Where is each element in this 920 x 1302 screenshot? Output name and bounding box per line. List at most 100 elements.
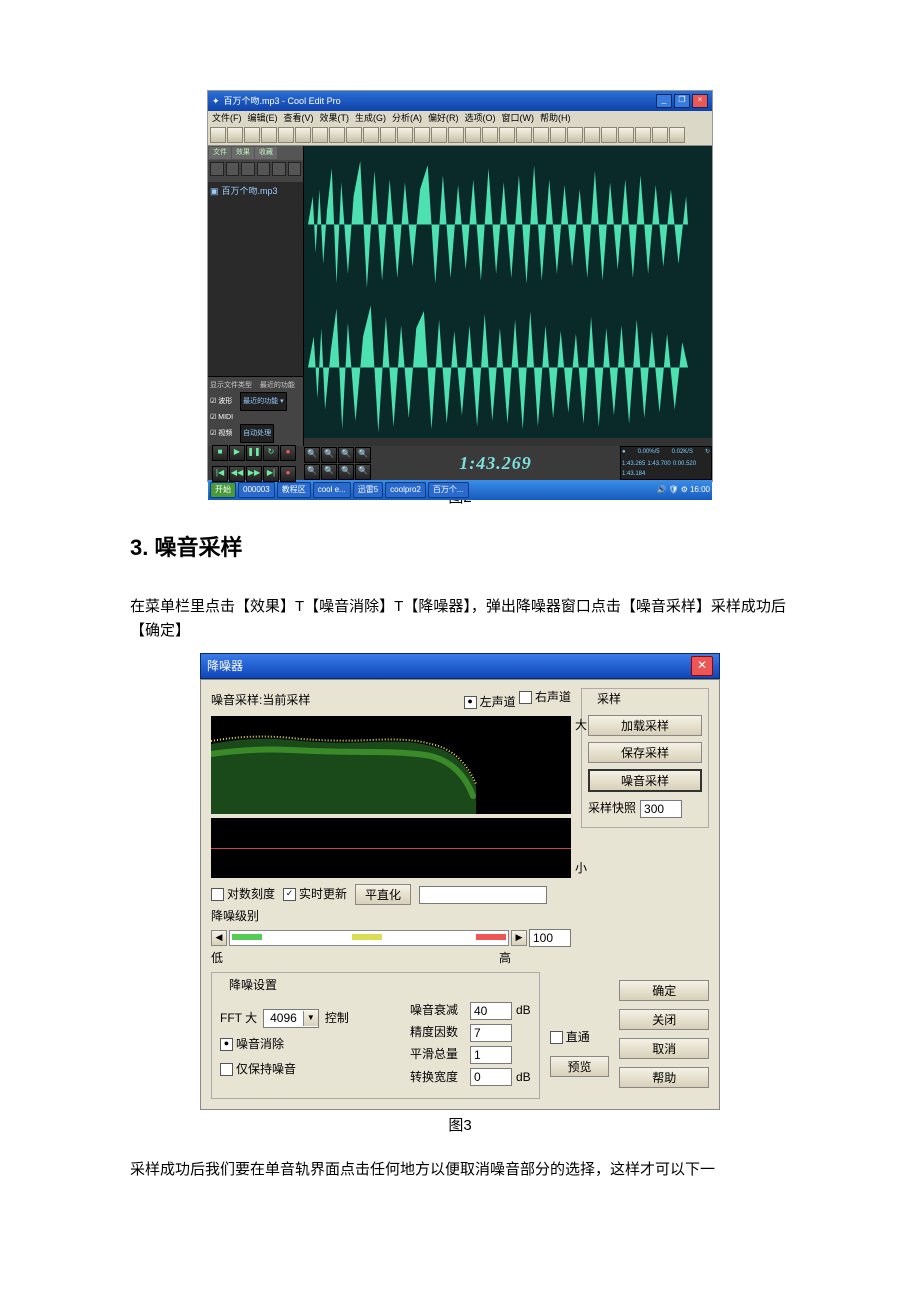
time-ruler[interactable]: [304, 438, 712, 446]
close-dialog-button[interactable]: 关闭: [619, 1009, 709, 1030]
toolbar-button[interactable]: [312, 127, 328, 143]
menu-effects[interactable]: 效果(T): [320, 111, 350, 125]
toolbar-button[interactable]: [261, 127, 277, 143]
go-start-button[interactable]: |◀: [212, 466, 228, 482]
toolbar-button[interactable]: [431, 127, 447, 143]
toolbar-button[interactable]: [244, 127, 260, 143]
remove-noise-radio[interactable]: ●噪音消除: [220, 1035, 284, 1054]
auto-btn[interactable]: 自动处理: [240, 424, 274, 443]
toolbar-button[interactable]: [550, 127, 566, 143]
chevron-down-icon[interactable]: ▼: [303, 1011, 318, 1026]
zoom-out-button[interactable]: 🔍: [321, 447, 337, 463]
flatten-button[interactable]: 平直化: [355, 884, 411, 905]
sb-icon[interactable]: [288, 162, 302, 176]
file-list[interactable]: ▣百万个吻.mp3: [208, 182, 303, 376]
toolbar-button[interactable]: [669, 127, 685, 143]
slider-right-arrow[interactable]: ▶: [511, 930, 527, 946]
forward-button[interactable]: ▶▶: [246, 466, 262, 482]
zoom-button[interactable]: 🔍: [321, 464, 337, 480]
sb-icon[interactable]: [257, 162, 271, 176]
toolbar-button[interactable]: [584, 127, 600, 143]
taskbar-tab[interactable]: 教程区: [277, 482, 311, 498]
menu-generate[interactable]: 生成(G): [355, 111, 386, 125]
save-profile-button[interactable]: 保存采样: [588, 742, 702, 763]
minimize-button[interactable]: _: [656, 94, 672, 108]
toolbar-button[interactable]: [618, 127, 634, 143]
play-button[interactable]: ▶: [229, 445, 245, 461]
toolbar-button[interactable]: [516, 127, 532, 143]
zoom-in-button[interactable]: 🔍: [304, 447, 320, 463]
waveform-view[interactable]: [304, 146, 712, 446]
sb-icon[interactable]: [272, 162, 286, 176]
preview-button[interactable]: 预览: [550, 1056, 610, 1077]
taskbar-tab[interactable]: coolpro2: [385, 482, 426, 498]
zoom-button[interactable]: 🔍: [304, 464, 320, 480]
toolbar-button[interactable]: [397, 127, 413, 143]
sb-icon[interactable]: [241, 162, 255, 176]
sb-tab-favs[interactable]: 收藏: [255, 147, 277, 159]
go-end-button[interactable]: ▶|: [263, 466, 279, 482]
toolbar-button[interactable]: [465, 127, 481, 143]
snapshot-input[interactable]: 300: [640, 800, 682, 818]
trans-input[interactable]: 0: [470, 1068, 512, 1086]
toolbar-button[interactable]: [533, 127, 549, 143]
menu-analyze[interactable]: 分析(A): [392, 111, 422, 125]
load-profile-button[interactable]: 加载采样: [588, 715, 702, 736]
zoom-button[interactable]: 🔍: [338, 464, 354, 480]
window-titlebar[interactable]: ✦ 百万个吻.mp3 - Cool Edit Pro _ ❐ ×: [208, 91, 712, 111]
sb-icon[interactable]: [226, 162, 240, 176]
tray-icon[interactable]: 🛡: [669, 484, 679, 497]
wave-channel-right[interactable]: [308, 297, 688, 438]
toolbar-button[interactable]: [635, 127, 651, 143]
record-button[interactable]: ●: [280, 466, 296, 482]
tray-icon[interactable]: ⚙: [681, 484, 688, 497]
check-icon[interactable]: ☑: [210, 396, 216, 407]
list-item[interactable]: ▣百万个吻.mp3: [210, 184, 301, 198]
keep-noise-radio[interactable]: 仅保持噪音: [220, 1060, 296, 1079]
rewind-button[interactable]: ◀◀: [229, 466, 245, 482]
precision-input[interactable]: 7: [470, 1024, 512, 1042]
nr-level-value[interactable]: 100: [529, 929, 571, 947]
help-button[interactable]: 帮助: [619, 1067, 709, 1088]
nr-level-slider[interactable]: ◀ ▶ 100: [211, 929, 571, 947]
toolbar-button[interactable]: [601, 127, 617, 143]
live-update-checkbox[interactable]: ✓实时更新: [283, 885, 347, 904]
toolbar-button[interactable]: [652, 127, 668, 143]
close-button[interactable]: ✕: [691, 656, 713, 676]
noise-spectrum-view[interactable]: 大: [211, 716, 571, 814]
toolbar-button[interactable]: [210, 127, 226, 143]
zoom-full-button[interactable]: 🔍: [338, 447, 354, 463]
toolbar-button[interactable]: [295, 127, 311, 143]
slider-left-arrow[interactable]: ◀: [211, 930, 227, 946]
menu-view[interactable]: 查看(V): [284, 111, 314, 125]
toolbar-button[interactable]: [567, 127, 583, 143]
bypass-checkbox[interactable]: 直通: [550, 1028, 590, 1047]
taskbar-tab[interactable]: 000003: [238, 482, 275, 498]
menu-favorites[interactable]: 偏好(R): [428, 111, 459, 125]
close-button[interactable]: ×: [692, 94, 708, 108]
start-button[interactable]: 开始: [210, 482, 236, 498]
pause-button[interactable]: ❚❚: [246, 445, 262, 461]
toolbar-button[interactable]: [329, 127, 345, 143]
loop-button[interactable]: ↻: [263, 445, 279, 461]
envelope-view[interactable]: 小: [211, 818, 571, 878]
toolbar-button[interactable]: [482, 127, 498, 143]
fft-size-select[interactable]: 4096▼: [263, 1009, 319, 1028]
taskbar-tab[interactable]: 迅雷5: [353, 482, 383, 498]
menu-options[interactable]: 选项(O): [465, 111, 496, 125]
check-icon[interactable]: ☑: [210, 412, 216, 423]
menu-file[interactable]: 文件(F): [212, 111, 242, 125]
smooth-input[interactable]: 1: [470, 1046, 512, 1064]
sb-tab-effects[interactable]: 效果: [232, 147, 254, 159]
right-channel-radio[interactable]: 右声道: [519, 688, 571, 707]
menu-edit[interactable]: 编辑(E): [248, 111, 278, 125]
record-button[interactable]: ●: [280, 445, 296, 461]
text-input[interactable]: [419, 886, 547, 904]
stop-button[interactable]: ■: [212, 445, 228, 461]
left-channel-radio[interactable]: ●左声道: [464, 693, 516, 712]
zoom-sel-button[interactable]: 🔍: [355, 447, 371, 463]
maximize-button[interactable]: ❐: [674, 94, 690, 108]
cancel-button[interactable]: 取消: [619, 1038, 709, 1059]
wave-channel-left[interactable]: [308, 154, 688, 295]
toolbar-button[interactable]: [414, 127, 430, 143]
